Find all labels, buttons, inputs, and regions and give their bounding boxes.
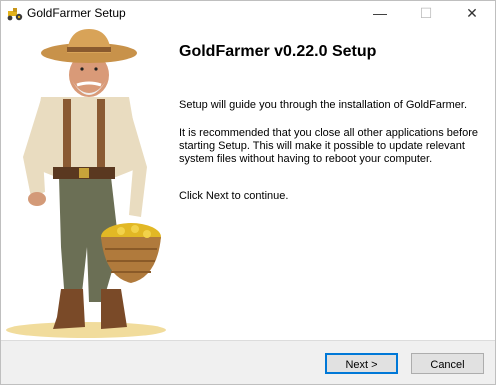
next-button[interactable]: Next > <box>325 353 398 374</box>
setup-window: GoldFarmer Setup — ☐ ✕ GoldFarmer v0.22.… <box>0 0 496 385</box>
continue-text: Click Next to continue. <box>179 190 289 202</box>
minimize-button[interactable]: — <box>357 1 403 27</box>
title-bar: GoldFarmer Setup — ☐ ✕ <box>1 1 495 27</box>
tractor-icon <box>7 8 23 21</box>
intro-text: Setup will guide you through the install… <box>179 99 467 111</box>
cancel-button[interactable]: Cancel <box>411 353 484 374</box>
gold-farmer-illustration <box>6 29 166 338</box>
close-button[interactable]: ✕ <box>449 1 495 27</box>
maximize-button[interactable]: ☐ <box>403 1 449 27</box>
page-title: GoldFarmer v0.22.0 Setup <box>179 43 377 60</box>
window-title: GoldFarmer Setup <box>27 6 126 20</box>
recommendation-text: It is recommended that you close all oth… <box>179 127 478 165</box>
footer-divider <box>1 340 495 341</box>
welcome-page: GoldFarmer v0.22.0 Setup Setup will guid… <box>1 27 495 340</box>
